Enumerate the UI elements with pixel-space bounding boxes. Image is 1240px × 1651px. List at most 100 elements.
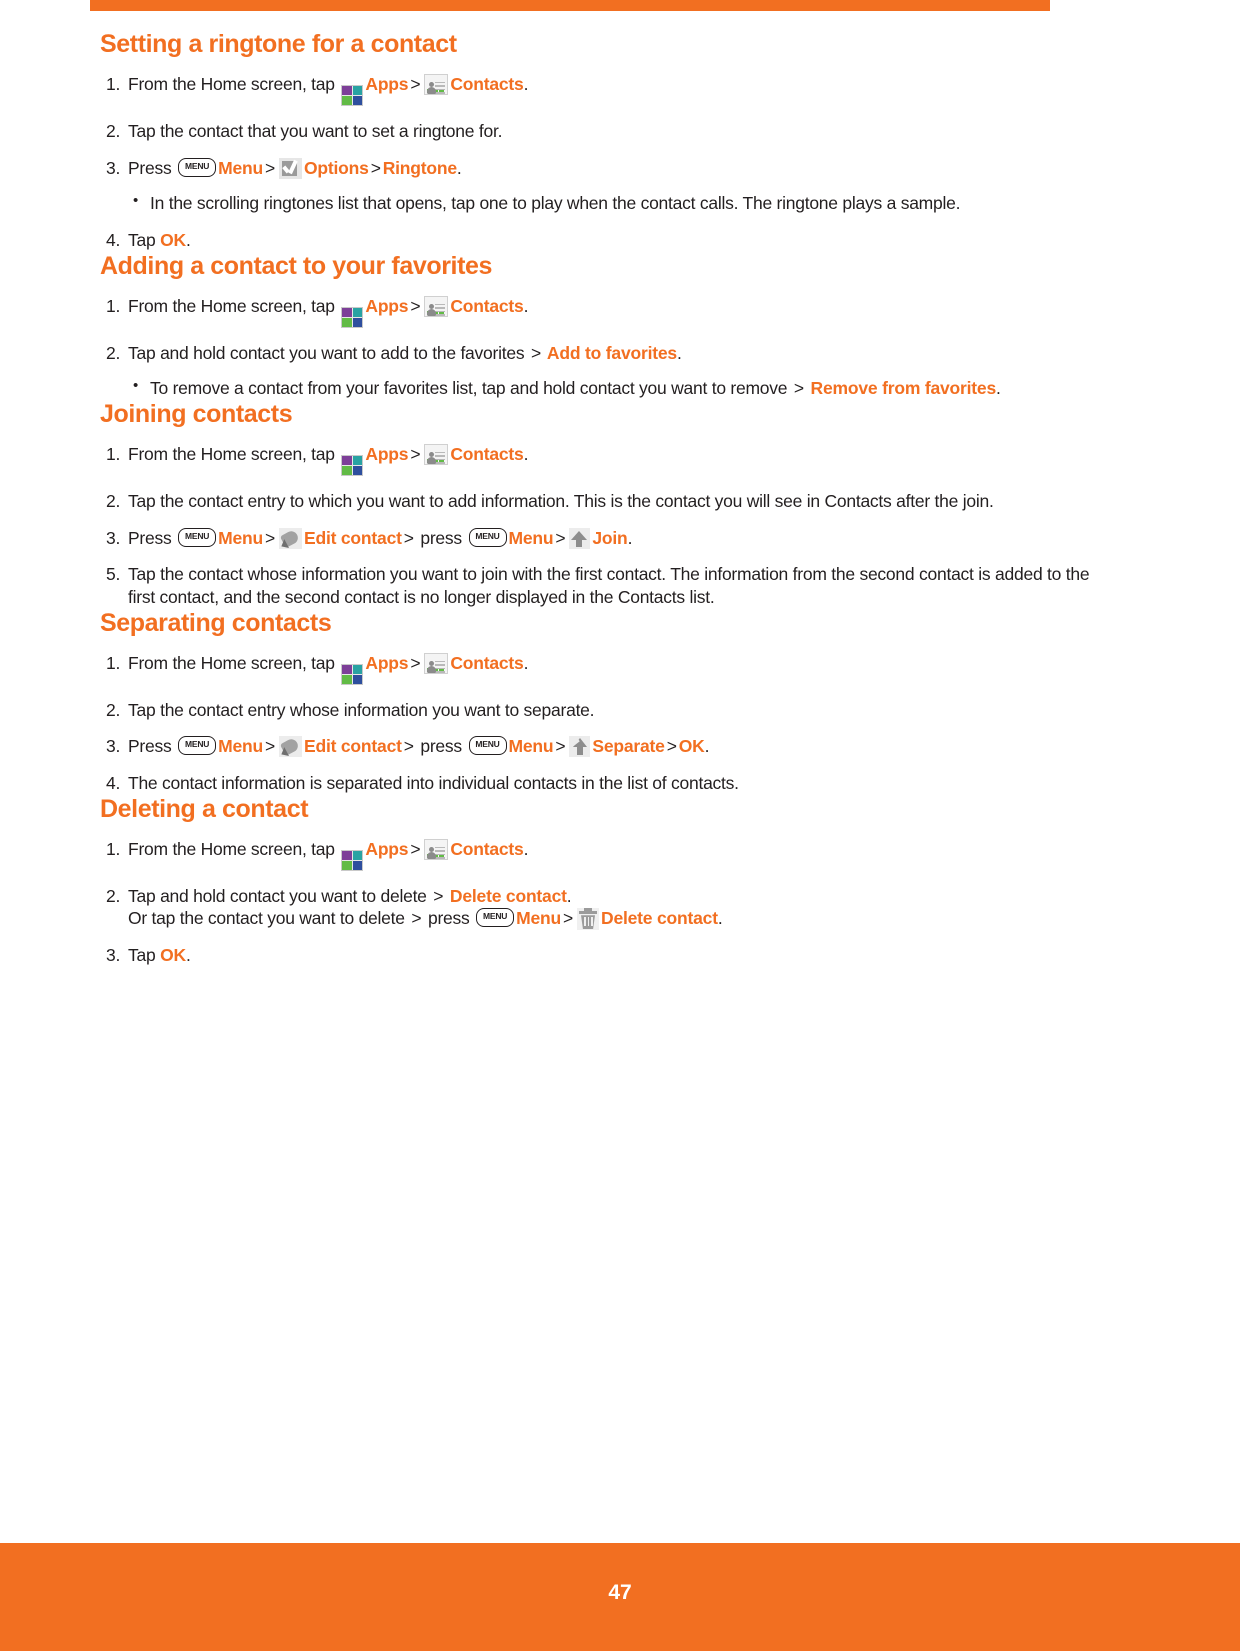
- ui-term: Contacts: [450, 295, 524, 316]
- step-item: 3. Press MENU Menu > Options > Ringtone.: [100, 157, 1100, 180]
- menu-key-label: MENU: [184, 530, 210, 541]
- step-item: 4. Tap OK.: [100, 229, 1100, 252]
- apps-icon: [341, 84, 364, 106]
- step-item: 5. Tap the contact whose information you …: [100, 563, 1100, 609]
- section-heading: Adding a contact to your favorites: [100, 251, 493, 280]
- step-number: 2.: [106, 699, 121, 720]
- ui-term: Menu: [516, 908, 562, 929]
- chevron-separator: >: [410, 443, 421, 464]
- step-item: 2. Tap the contact entry whose informatio…: [100, 699, 1100, 722]
- ui-term: Add to favorites: [542, 342, 677, 363]
- ui-term: Apps: [365, 73, 409, 94]
- chevron-separator: >: [410, 295, 421, 316]
- step-text: .: [523, 443, 529, 464]
- section-heading: Separating contacts: [100, 608, 332, 637]
- step-number: 3.: [106, 157, 121, 178]
- section-heading: Joining contacts: [100, 400, 293, 428]
- ui-term: Apps: [365, 652, 409, 673]
- step-number: 1.: [106, 443, 121, 464]
- step-text: .: [185, 230, 191, 250]
- step-text: .: [523, 652, 529, 673]
- ui-term: OK: [160, 230, 186, 250]
- step-text: .: [185, 945, 191, 966]
- ui-term: Contacts: [450, 652, 524, 673]
- ui-term: Menu: [218, 157, 263, 178]
- chevron-separator: >: [530, 342, 541, 363]
- step-list: 1. From the Home screen, tap Apps > Contact…: [100, 652, 1100, 795]
- bullet-item: • In the scrolling ringtones list that op…: [100, 192, 1100, 215]
- step-item: 2. Tap the contact entry to which you wan…: [100, 490, 1100, 513]
- page-footer: 47: [0, 1543, 1240, 1651]
- menu-key-label: MENU: [184, 160, 210, 171]
- step-text: From the Home screen, tap: [128, 838, 340, 859]
- join-icon: [569, 527, 591, 549]
- ui-term: Menu: [508, 527, 554, 548]
- step-text: .: [456, 157, 462, 178]
- step-text: The contact information is separated int…: [128, 773, 739, 793]
- chevron-separator: >: [411, 908, 422, 929]
- step-text: Tap the contact entry whose information …: [128, 699, 595, 720]
- step-text: .: [523, 295, 529, 316]
- step-number: 1.: [106, 652, 121, 673]
- step-item: 2. Tap the contact that you want to set a…: [100, 120, 1100, 143]
- contacts-icon: [424, 73, 449, 95]
- step-text: Tap: [128, 230, 161, 250]
- menu-key-icon: MENU: [178, 157, 217, 177]
- step-text: press: [415, 736, 467, 757]
- step-number: 2.: [106, 342, 121, 363]
- step-item: 3. Tap OK.: [100, 944, 1100, 967]
- step-text: .: [523, 73, 529, 94]
- chevron-separator: >: [265, 736, 275, 757]
- step-text: Tap the contact entry to which you want …: [128, 490, 994, 511]
- step-number: 4.: [106, 230, 121, 250]
- page-number: 47: [608, 1581, 632, 1604]
- ui-term: Apps: [365, 295, 409, 316]
- chevron-separator: >: [666, 736, 677, 757]
- top-accent-bar: [90, 0, 1050, 11]
- step-text: Tap and hold contact you want to add to …: [128, 342, 529, 363]
- step-number: 1.: [106, 295, 121, 316]
- step-text: .: [627, 527, 633, 548]
- ui-term: Contacts: [450, 73, 524, 94]
- step-item: 1. From the Home screen, tap Apps > Contact…: [100, 838, 1100, 871]
- apps-icon: [341, 663, 364, 685]
- ui-term: OK: [160, 945, 186, 966]
- menu-key-label: MENU: [184, 739, 210, 750]
- step-number: 1.: [106, 838, 121, 859]
- edit-contact-icon: [278, 527, 302, 549]
- step-text: Tap and hold contact you want to delete: [128, 885, 432, 906]
- step-text: From the Home screen, tap: [128, 295, 340, 316]
- bullet-item: • To remove a contact from your favorites…: [100, 377, 1100, 400]
- ui-term: Menu: [218, 527, 263, 548]
- section-heading: Deleting a contact: [100, 794, 309, 823]
- step-item: 1. From the Home screen, tap Apps > Contact…: [100, 295, 1100, 328]
- step-text: .: [566, 885, 572, 906]
- step-text: In the scrolling ringtones list that ope…: [150, 193, 961, 214]
- options-icon: [278, 157, 302, 179]
- ui-term: Ringtone: [382, 157, 457, 178]
- chevron-separator: >: [555, 527, 566, 548]
- step-number: 5.: [106, 564, 121, 585]
- apps-icon: [341, 306, 364, 328]
- contacts-icon: [424, 838, 449, 860]
- step-text: Press: [128, 527, 177, 548]
- chevron-separator: >: [265, 527, 275, 548]
- step-number: 3.: [106, 736, 121, 757]
- step-item: 3. Press MENU Menu > Edit contact > press MEN…: [100, 735, 1100, 758]
- step-item: 1. From the Home screen, tap Apps > Contact…: [100, 73, 1100, 106]
- menu-key-icon: MENU: [468, 736, 507, 756]
- apps-icon: [341, 849, 364, 871]
- step-text: Or tap the contact you want to delete: [128, 908, 410, 929]
- step-text: .: [704, 736, 710, 757]
- ui-term: Apps: [365, 838, 409, 859]
- step-list: 1. From the Home screen, tap Apps > Contact…: [100, 295, 1100, 401]
- step-text: Tap: [128, 945, 161, 966]
- step-text: Press: [128, 157, 177, 178]
- step-text: .: [995, 378, 1001, 399]
- menu-key-icon: MENU: [178, 527, 217, 547]
- step-text: .: [523, 838, 529, 859]
- ui-term: Delete contact: [601, 908, 718, 929]
- step-item: 1. From the Home screen, tap Apps > Contact…: [100, 443, 1100, 476]
- ui-term: OK: [678, 736, 705, 757]
- step-text: press: [415, 527, 467, 548]
